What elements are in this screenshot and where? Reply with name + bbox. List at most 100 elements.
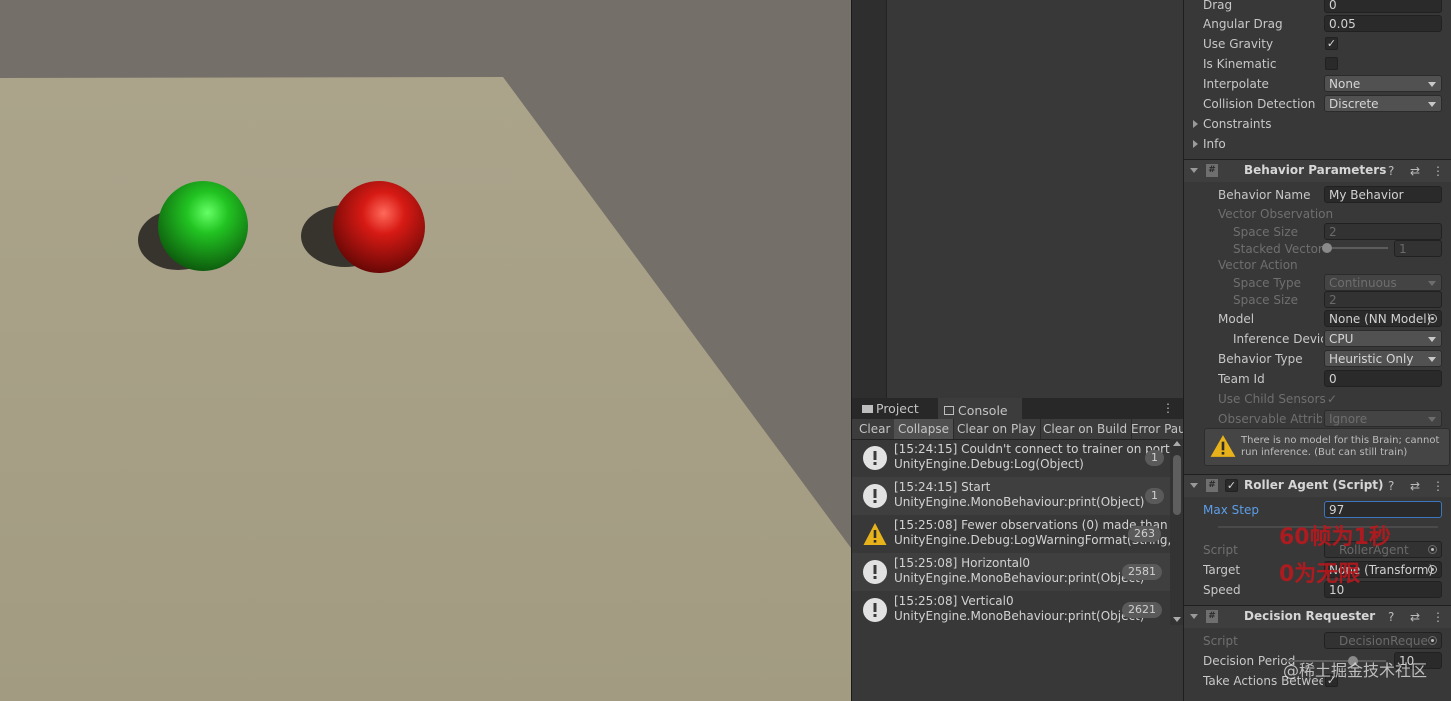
object-picker-icon [1428, 636, 1437, 645]
clear-on-play-toggle[interactable]: Clear on Play [953, 419, 1041, 439]
more-options-icon[interactable]: ⋮ [1162, 401, 1174, 415]
help-box-warning: There is no model for this Brain; cannot… [1204, 428, 1450, 466]
tab-project[interactable]: Project [856, 398, 925, 419]
angular-drag-field[interactable]: 0.05 [1324, 15, 1442, 32]
presets-icon[interactable]: ⇄ [1410, 479, 1420, 493]
expand-arrow-icon[interactable] [1193, 120, 1198, 128]
team-id-field[interactable]: 0 [1324, 370, 1442, 387]
use-gravity-checkbox[interactable]: ✓ [1325, 37, 1338, 50]
chevron-down-icon [1428, 82, 1436, 87]
console-scrollbar[interactable] [1170, 439, 1184, 625]
context-menu-icon[interactable]: ⋮ [1432, 479, 1444, 493]
space-type-dropdown: Continuous [1324, 274, 1442, 291]
object-picker-icon[interactable] [1428, 314, 1437, 323]
info-icon [863, 598, 887, 622]
chevron-down-icon [1428, 357, 1436, 362]
angular-drag-label: Angular Drag [1203, 17, 1283, 31]
chevron-down-icon [1428, 102, 1436, 107]
warning-icon [1210, 435, 1236, 457]
log-row[interactable]: [15:25:08] Fewer observations (0) made t… [852, 515, 1170, 553]
behavior-name-field[interactable]: My Behavior [1324, 186, 1442, 203]
context-menu-icon[interactable]: ⋮ [1432, 610, 1444, 624]
script-label: Script [1203, 543, 1238, 557]
scrollbar-thumb[interactable] [1173, 455, 1181, 515]
model-label: Model [1218, 312, 1255, 326]
inspector-panel: Drag 0 Angular Drag 0.05 Use Gravity ✓ I… [1183, 0, 1451, 701]
console-panel: Project Console ⋮ Clear Collapse Clear o… [851, 398, 1191, 701]
vector-action-label: Vector Action [1218, 258, 1298, 272]
expand-arrow-icon[interactable] [1193, 140, 1198, 148]
log-row[interactable]: [15:24:15] Couldn't connect to trainer o… [852, 439, 1170, 477]
info-icon [863, 560, 887, 584]
use-child-sensors-checkbox: ✓ [1327, 392, 1338, 406]
console-icon [944, 406, 954, 415]
presets-icon[interactable]: ⇄ [1410, 610, 1420, 624]
max-step-label: Max Step [1203, 503, 1259, 517]
max-step-field[interactable]: 97 [1324, 501, 1442, 518]
console-toolbar: Clear Collapse Clear on Play Clear on Bu… [852, 419, 1191, 440]
warning-icon [863, 523, 887, 545]
interpolate-dropdown[interactable]: None [1324, 75, 1442, 92]
obs-space-size-field: 2 [1324, 223, 1442, 240]
hierarchy-gutter [851, 0, 887, 398]
behavior-type-label: Behavior Type [1218, 352, 1303, 366]
green-sphere [158, 181, 248, 271]
context-menu-icon[interactable]: ⋮ [1432, 164, 1444, 178]
foldout-arrow-icon[interactable] [1190, 168, 1198, 173]
help-box-text: There is no model for this Brain; cannot… [1241, 435, 1440, 458]
hierarchy-panel[interactable] [886, 0, 1183, 398]
chevron-down-icon [1428, 281, 1436, 286]
script-icon: # [1206, 164, 1218, 177]
decision-requester-header[interactable]: # Decision Requester ? ⇄ ⋮ [1184, 605, 1451, 628]
log-count-badge: 2621 [1122, 602, 1162, 618]
collision-detection-dropdown[interactable]: Discrete [1324, 95, 1442, 112]
error-pause-toggle[interactable]: Error Pau [1127, 419, 1191, 439]
chevron-down-icon [1428, 417, 1436, 422]
annotation-frames: 60帧为1秒 [1279, 525, 1391, 550]
scene-view[interactable] [0, 0, 851, 701]
log-count-badge: 2581 [1122, 564, 1162, 580]
presets-icon[interactable]: ⇄ [1410, 164, 1420, 178]
foldout-arrow-icon[interactable] [1190, 483, 1198, 488]
behavior-type-dropdown[interactable]: Heuristic Only [1324, 350, 1442, 367]
collapse-toggle[interactable]: Collapse [894, 419, 954, 439]
foldout-arrow-icon[interactable] [1190, 614, 1198, 619]
watermark: @稀土掘金技术社区 [1283, 661, 1428, 680]
tab-console[interactable]: Console [938, 398, 1022, 421]
drag-label: Drag [1203, 0, 1233, 12]
component-enabled-checkbox[interactable]: ✓ [1225, 479, 1238, 492]
log-row[interactable]: [15:25:08] Horizontal0 UnityEngine.MonoB… [852, 553, 1170, 591]
help-icon[interactable]: ? [1388, 164, 1394, 178]
observable-attributes-dropdown: Ignore [1324, 410, 1442, 427]
decision-period-label: Decision Period [1203, 654, 1296, 668]
script-icon: # [1206, 610, 1218, 623]
is-kinematic-label: Is Kinematic [1203, 57, 1277, 71]
is-kinematic-checkbox[interactable] [1325, 57, 1338, 70]
help-icon[interactable]: ? [1388, 610, 1394, 624]
inference-device-label: Inference Devic [1233, 332, 1323, 346]
clear-on-build-toggle[interactable]: Clear on Build [1039, 419, 1133, 439]
log-row[interactable]: [15:25:08] Vertical0 UnityEngine.MonoBeh… [852, 591, 1170, 629]
drag-field[interactable]: 0 [1324, 0, 1442, 13]
speed-label: Speed [1203, 583, 1241, 597]
roller-agent-header[interactable]: # ✓ Roller Agent (Script) ? ⇄ ⋮ [1184, 474, 1451, 497]
info-icon [863, 484, 887, 508]
behavior-parameters-header[interactable]: # Behavior Parameters ? ⇄ ⋮ [1184, 159, 1451, 182]
object-picker-icon[interactable] [1428, 565, 1437, 574]
observable-attributes-label: Observable Attribu [1218, 412, 1322, 426]
help-icon[interactable]: ? [1388, 479, 1394, 493]
clear-button[interactable]: Clear [855, 419, 896, 439]
constraints-foldout[interactable]: Constraints [1203, 114, 1271, 134]
interpolate-label: Interpolate [1203, 77, 1269, 91]
inference-device-dropdown[interactable]: CPU [1324, 330, 1442, 347]
log-count-badge: 1 [1145, 450, 1164, 466]
dr-script-label: Script [1203, 634, 1238, 648]
scroll-up-icon[interactable] [1173, 441, 1181, 446]
info-foldout[interactable]: Info [1203, 134, 1226, 154]
model-object-field[interactable]: None (NN Model) [1324, 310, 1442, 327]
stacked-vectors-slider [1326, 247, 1388, 249]
scroll-down-icon[interactable] [1173, 617, 1181, 622]
use-child-sensors-label: Use Child Sensors [1218, 392, 1326, 406]
chevron-down-icon [1428, 337, 1436, 342]
log-row[interactable]: [15:24:15] Start UnityEngine.MonoBehavio… [852, 477, 1170, 515]
